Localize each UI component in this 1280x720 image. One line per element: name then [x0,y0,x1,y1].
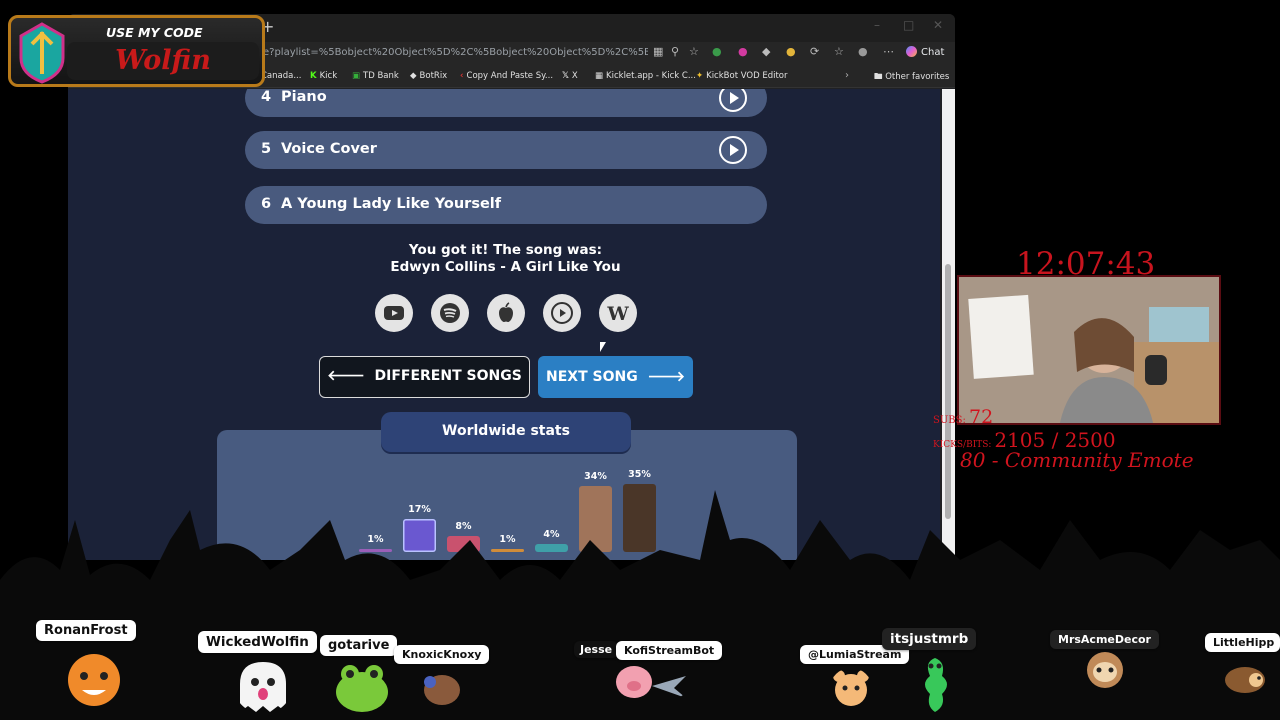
song-row[interactable]: 5 Voice Cover [245,131,767,169]
other-favorites-folder[interactable]: 🖿 Other favorites [874,71,949,85]
subs-counter: SUBS: 72 [933,406,994,428]
chatter-name: itsjustmrb [882,628,977,650]
code-label: USE MY CODE [106,25,203,40]
song-number: 5 [261,141,272,157]
answer-heading: You got it! The song was: [408,242,603,258]
spotify-icon[interactable] [431,294,469,332]
song-title: Piano [281,89,327,105]
goal-text: 80 - Community Emote [960,448,1194,472]
chevron-right-icon[interactable]: › [845,70,849,81]
song-title: Voice Cover [281,141,377,157]
extension-icon[interactable]: ● [786,45,796,58]
wikipedia-icon[interactable]: W [599,294,637,332]
sloth-avatar-icon [1087,652,1123,688]
svg-text:W: W [606,303,629,325]
webcam-feed [957,275,1221,425]
worldwide-stats-tab[interactable]: Worldwide stats [381,412,631,452]
hamster-avatar-icon [833,670,869,706]
close-window-button[interactable]: ✕ [933,18,943,32]
answer-reveal: You got it! The song was: Edwyn Collins … [68,242,940,276]
song-number: 4 [261,89,272,105]
bookmark-item[interactable]: ▦ Kicklet.app - Kick C... [595,71,696,81]
chatter-name: gotarive [320,635,398,656]
zoom-icon[interactable]: ⚲ [671,45,679,58]
chatter-name: KnoxicKnoxy [394,645,490,664]
answer-song: Edwyn Collins - A Girl Like You [390,259,621,275]
browser-window: + – □ ✕ e?playlist=%5Bobject%20Object%5D… [68,14,955,560]
url-field[interactable]: e?playlist=%5Bobject%20Object%5D%2C%5Bob… [263,47,648,58]
bookmark-item[interactable]: ‹ Copy And Paste Sy... [460,71,553,81]
subs-value: 72 [969,406,994,428]
play-icon[interactable] [543,294,581,332]
reader-icon[interactable]: ▦ [653,45,663,58]
bookmark-item[interactable]: ✦ KickBot VOD Editor [696,71,787,81]
bookmark-item[interactable]: 𝕏X [562,71,578,81]
stat-bar-label: 35% [628,469,651,480]
bird-avatar-icon [424,675,460,705]
song-number: 6 [261,196,272,212]
play-icon[interactable] [719,89,747,112]
copilot-icon [906,46,917,57]
arrow-right-icon: 🡒 [647,369,685,385]
bookmark-item[interactable]: K Kick [310,71,337,81]
pig-shark-avatar-icon [616,666,686,698]
favorite-star-icon[interactable]: ☆ [689,45,699,58]
extension-icon[interactable]: ● [712,45,722,58]
song-title: A Young Lady Like Yourself [281,196,502,212]
profile-icon[interactable]: ● [858,45,868,58]
chatter-name: MrsAcmeDecor [1050,630,1159,649]
webcam-image [959,277,1219,423]
chatter-name: LittleHipp [1205,633,1280,652]
code-name: Wolfin [67,42,259,80]
chatter-name: RonanFrost [36,620,136,641]
chatter-name: Jesse [574,641,619,658]
tiger-avatar-icon [68,654,120,706]
bookmark-item[interactable]: ▣ TD Bank [352,71,399,81]
minimize-button[interactable]: – [874,18,880,32]
copilot-chat-button[interactable]: Chat [906,46,944,58]
referral-code-badge: USE MY CODE Wolfin [8,15,265,87]
apple-music-icon[interactable] [487,294,525,332]
maximize-button[interactable]: □ [903,18,914,32]
youtube-icon[interactable] [375,294,413,332]
different-songs-button[interactable]: 🡐 DIFFERENT SONGS [319,356,530,398]
lizard-avatar-icon [925,658,947,712]
more-menu-icon[interactable]: ⋯ [883,45,894,58]
song-row[interactable]: 6 A Young Lady Like Yourself [245,186,767,224]
mouse-cursor [600,342,606,352]
bookmark-item[interactable]: ◆ BotRix [410,71,447,81]
play-icon[interactable] [719,136,747,164]
favorites-icon[interactable]: ☆ [834,45,844,58]
bookmark-item[interactable]: Canada... [261,71,301,81]
ghost-avatar-icon [240,662,286,712]
frog-avatar-icon [336,665,388,712]
folder-icon: 🖿 [874,72,883,82]
arrow-left-icon: 🡐 [327,368,365,384]
song-row[interactable]: 4 Piano [245,89,767,117]
extension-icon[interactable]: ● [738,45,748,58]
extension-icon[interactable]: ◆ [762,45,770,58]
stream-scene: + – □ ✕ e?playlist=%5Bobject%20Object%5D… [0,0,1280,720]
shield-logo-icon [19,22,65,84]
chatter-name: KofiStreamBot [616,641,723,660]
next-song-button[interactable]: NEXT SONG 🡒 [538,356,693,398]
chatter-name: WickedWolfin [198,631,317,653]
chat-label: Chat [921,47,945,58]
refresh-icon[interactable]: ⟳ [810,45,819,58]
hedgehog-avatar-icon [1225,667,1265,693]
